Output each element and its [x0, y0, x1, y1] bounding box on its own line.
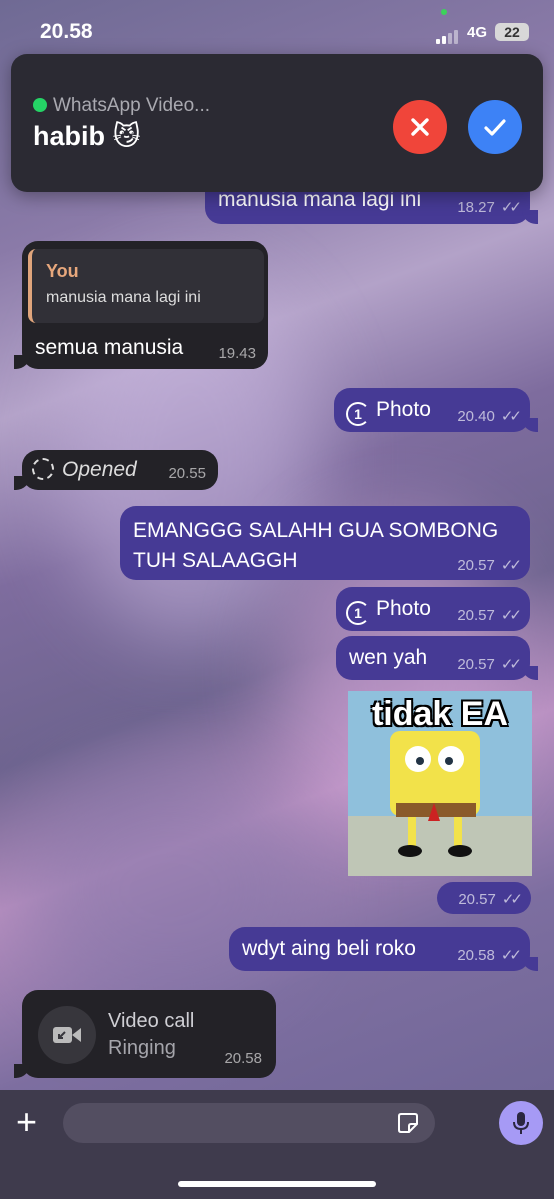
missed-video-call-icon	[38, 1006, 96, 1064]
accept-call-button[interactable]	[468, 100, 522, 154]
message-bubble[interactable]: wdyt aing beli roko 20.58 ✓✓	[229, 927, 538, 971]
view-once-photo[interactable]: 1 Photo	[346, 597, 431, 625]
call-status: Ringing	[108, 1037, 176, 1059]
sticker-caption: tidak EA	[371, 695, 509, 733]
battery-icon: 22	[495, 23, 529, 41]
attach-plus-button[interactable]: +	[16, 1104, 37, 1140]
call-title: Video call	[108, 1010, 195, 1032]
reply-quote[interactable]: You manusia mana lagi ini	[28, 249, 264, 323]
status-bar: 20.58 4G 22	[0, 0, 554, 54]
message-text: wdyt aing beli roko	[242, 937, 416, 960]
read-ticks-icon: ✓✓	[500, 408, 522, 425]
message-bubble[interactable]: 1 Photo 20.57 ✓✓	[336, 587, 530, 631]
sticker-icon[interactable]	[397, 1112, 419, 1134]
privacy-indicator	[441, 9, 447, 15]
signal-icon	[436, 26, 460, 44]
view-once-photo[interactable]: 1 Photo	[346, 398, 431, 426]
network-type: 4G	[467, 24, 488, 41]
opened-icon	[32, 458, 54, 480]
message-bubble[interactable]: 1 Photo 20.40 ✓✓	[334, 388, 538, 432]
opened-status: Opened	[32, 458, 137, 482]
message-text: semua manusia	[35, 336, 184, 359]
read-ticks-icon: ✓✓	[500, 656, 522, 673]
message-meta: 20.58 ✓✓	[457, 947, 522, 964]
microphone-icon	[513, 1112, 529, 1134]
message-text: EMANGGG SALAHH GUA SOMBONG TUH SALAAGGH	[133, 519, 499, 572]
read-ticks-icon: ✓✓	[500, 199, 522, 216]
app-label: WhatsApp Video...	[33, 95, 210, 117]
read-ticks-icon: ✓✓	[500, 557, 522, 574]
message-text: wen yah	[349, 646, 428, 669]
message-meta: 20.57 ✓✓	[457, 607, 522, 624]
read-ticks-icon: ✓✓	[500, 607, 522, 624]
read-ticks-icon: ✓✓	[500, 947, 522, 964]
message-bubble[interactable]: EMANGGG SALAHH GUA SOMBONG TUH SALAAGGH …	[120, 506, 530, 580]
caller-name: habib 😼	[33, 121, 141, 151]
message-bubble[interactable]: Opened 20.55	[14, 450, 218, 490]
status-time: 20.58	[40, 20, 93, 43]
message-meta: 20.57 ✓✓	[458, 891, 523, 908]
background-glow	[20, 760, 320, 1020]
message-bubble[interactable]: wen yah 20.57 ✓✓	[336, 636, 538, 680]
read-ticks-icon: ✓✓	[501, 891, 523, 908]
message-bubble[interactable]: You manusia mana lagi ini semua manusia …	[14, 241, 268, 369]
check-icon	[484, 119, 506, 136]
message-meta: 20.57 ✓✓	[457, 557, 522, 574]
microphone-button[interactable]	[499, 1101, 543, 1145]
incoming-call-banner[interactable]: WhatsApp Video... habib 😼	[11, 54, 543, 192]
message-time: 20.55	[168, 465, 206, 482]
message-meta: 20.57 ✓✓	[457, 656, 522, 673]
view-once-icon: 1	[346, 402, 370, 426]
message-time: 20.58	[224, 1050, 262, 1067]
close-icon	[411, 118, 429, 136]
video-call-bubble[interactable]: Video call Ringing 20.58	[14, 990, 276, 1078]
reply-text: manusia mana lagi ini	[46, 289, 201, 306]
message-time: 19.43	[218, 345, 256, 362]
sticker-time-badge: 20.57 ✓✓	[437, 882, 531, 914]
message-input[interactable]	[63, 1103, 435, 1143]
message-meta: 18.27 ✓✓	[457, 199, 522, 216]
message-meta: 20.40 ✓✓	[457, 408, 522, 425]
reply-author: You	[46, 261, 79, 281]
whatsapp-icon	[33, 98, 47, 112]
home-indicator[interactable]	[178, 1181, 376, 1187]
sticker-image[interactable]: tidak EA	[348, 691, 532, 876]
view-once-icon: 1	[346, 601, 370, 625]
decline-call-button[interactable]	[393, 100, 447, 154]
